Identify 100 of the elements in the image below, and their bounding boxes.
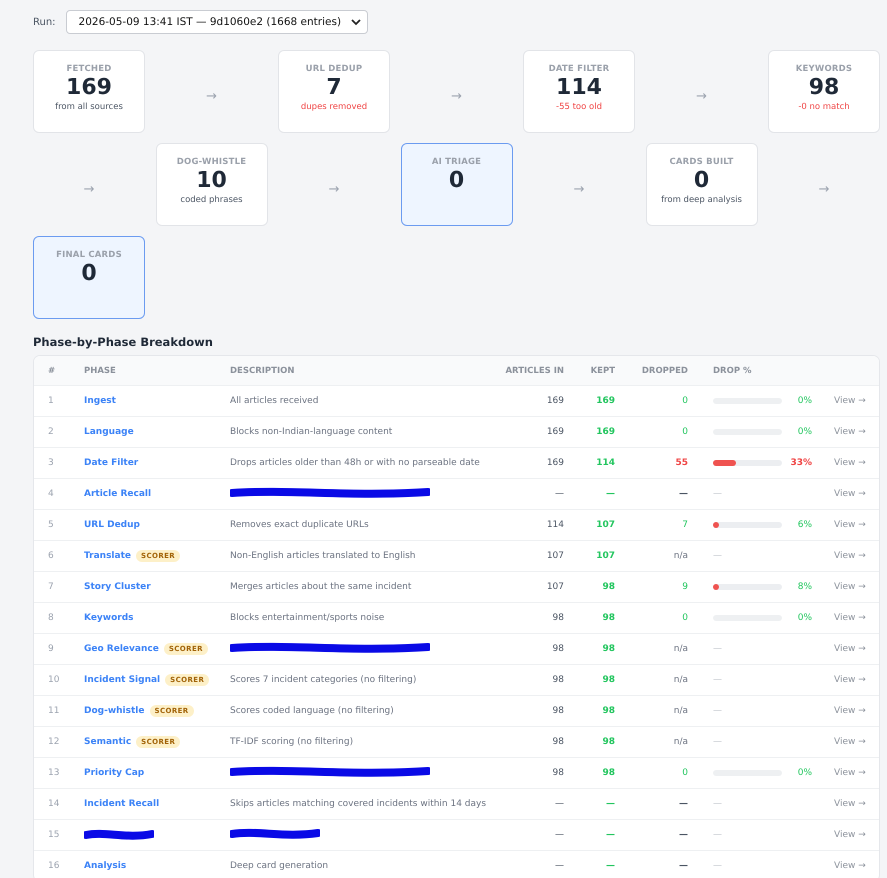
- stage-label: FINAL CARDS: [56, 250, 122, 260]
- view-link[interactable]: View →: [834, 768, 879, 778]
- description-cell: Scores coded language (no filtering): [230, 706, 394, 716]
- articles-in-cell: 107: [546, 582, 564, 592]
- stage-label: FETCHED: [66, 64, 112, 74]
- stage-count: 98: [808, 74, 840, 102]
- column-header: KEPT: [590, 366, 615, 376]
- row-number: 7: [48, 582, 55, 592]
- articles-in-cell: —: [555, 830, 564, 840]
- flow-arrow: →: [84, 181, 94, 197]
- view-link[interactable]: View →: [834, 520, 879, 530]
- drop-percent: —: [713, 737, 722, 747]
- articles-in-cell: —: [555, 861, 564, 871]
- phase-link[interactable]: Article Recall: [84, 489, 152, 499]
- view-link[interactable]: View →: [834, 644, 879, 654]
- row-number: 15: [48, 830, 60, 840]
- view-link[interactable]: View →: [834, 830, 879, 840]
- phase-link[interactable]: Ingest: [84, 396, 116, 406]
- phase-link[interactable]: Semantic: [84, 737, 132, 747]
- row-number: 2: [48, 427, 55, 437]
- phase-link[interactable]: URL Dedup: [84, 520, 140, 530]
- description-cell: TF-IDF scoring (no filtering): [230, 737, 354, 747]
- dropped-cell: n/a: [674, 706, 688, 716]
- view-link[interactable]: View →: [834, 396, 879, 406]
- stage-note: from all sources: [55, 102, 123, 112]
- drop-bar: [713, 584, 782, 590]
- kept-cell: —: [606, 830, 615, 840]
- description-cell: Blocks non-Indian-language content: [230, 427, 392, 437]
- row-number: 13: [48, 768, 60, 778]
- view-link[interactable]: View →: [834, 489, 879, 499]
- phase-link[interactable]: Analysis: [84, 861, 126, 871]
- kept-cell: 98: [602, 582, 615, 592]
- drop-bar: [713, 460, 782, 466]
- dropped-cell: n/a: [674, 737, 688, 747]
- view-link[interactable]: View →: [834, 861, 879, 871]
- articles-in-cell: 98: [552, 613, 564, 623]
- row-number: 6: [48, 551, 55, 561]
- kept-cell: 98: [602, 675, 615, 685]
- phase-link[interactable]: Translate: [84, 551, 131, 561]
- view-link[interactable]: View →: [834, 799, 879, 809]
- stage-note: from deep analysis: [661, 195, 742, 205]
- articles-in-cell: 169: [546, 458, 564, 468]
- articles-in-cell: 169: [546, 427, 564, 437]
- dropped-cell: 0: [682, 427, 688, 437]
- articles-in-cell: 114: [546, 520, 564, 530]
- phase-link[interactable]: Date Filter: [84, 458, 138, 468]
- stage-label: KEYWORDS: [796, 64, 852, 74]
- dropped-cell: —: [679, 861, 688, 871]
- drop-percent: —: [713, 706, 722, 716]
- view-link[interactable]: View →: [834, 613, 879, 623]
- kept-cell: 107: [596, 551, 615, 561]
- row-number: 12: [48, 737, 60, 747]
- row-number: 4: [48, 489, 55, 499]
- stage-count: 114: [556, 74, 602, 102]
- stage-note: dupes removed: [300, 102, 368, 112]
- dropped-cell: 55: [675, 458, 688, 468]
- column-header: DROP %: [712, 366, 753, 376]
- kept-cell: —: [606, 861, 615, 871]
- kept-cell: 98: [602, 768, 615, 778]
- drop-percent: 0%: [796, 427, 812, 437]
- column-header: ARTICLES IN: [505, 366, 564, 376]
- flow-arrow: →: [328, 181, 340, 197]
- kept-cell: 98: [602, 737, 615, 747]
- kept-cell: 98: [602, 706, 615, 716]
- stage-label: URL DEDUP: [306, 64, 362, 74]
- phase-link[interactable]: Keywords: [84, 613, 134, 623]
- view-link[interactable]: View →: [834, 551, 879, 561]
- view-link[interactable]: View →: [834, 582, 879, 592]
- stage-count: 0: [81, 260, 97, 288]
- flow-arrow: →: [451, 88, 462, 104]
- view-link[interactable]: View →: [834, 706, 879, 716]
- dropped-cell: n/a: [674, 551, 688, 561]
- phase-link[interactable]: Priority Cap: [84, 768, 144, 778]
- phase-link[interactable]: Incident Signal: [84, 675, 160, 685]
- row-number: 16: [48, 861, 60, 871]
- view-link[interactable]: View →: [834, 737, 879, 747]
- phase-link[interactable]: Language: [84, 427, 134, 437]
- articles-in-cell: —: [555, 489, 564, 499]
- run-select[interactable]: 2026-05-09 13:41 IST — 9d1060e2 (1668 entries): [66, 10, 368, 34]
- drop-percent: 6%: [796, 520, 812, 530]
- drop-percent: —: [713, 489, 722, 499]
- dropped-cell: 9: [682, 582, 688, 592]
- column-header: DROPPED: [642, 366, 688, 376]
- phase-link[interactable]: Dog-whistle: [84, 706, 144, 716]
- row-number: 3: [48, 458, 55, 468]
- phase-link[interactable]: Geo Relevance: [84, 644, 159, 654]
- articles-in-cell: —: [555, 799, 564, 809]
- view-link[interactable]: View →: [834, 427, 879, 437]
- view-link[interactable]: View →: [834, 675, 879, 685]
- dropped-cell: —: [679, 830, 688, 840]
- view-link[interactable]: View →: [834, 458, 879, 468]
- description-cell: Skips articles matching covered incidents within 14 days: [230, 799, 486, 809]
- dropped-cell: —: [679, 799, 688, 809]
- description-cell: Merges articles about the same incident: [230, 582, 412, 592]
- dropped-cell: n/a: [674, 644, 688, 654]
- phase-link[interactable]: Story Cluster: [84, 582, 151, 592]
- flow-arrow: →: [206, 88, 217, 104]
- stage-label: AI TRIAGE: [432, 157, 482, 167]
- phase-link[interactable]: Incident Recall: [84, 799, 160, 809]
- stage-note: coded phrases: [180, 195, 243, 205]
